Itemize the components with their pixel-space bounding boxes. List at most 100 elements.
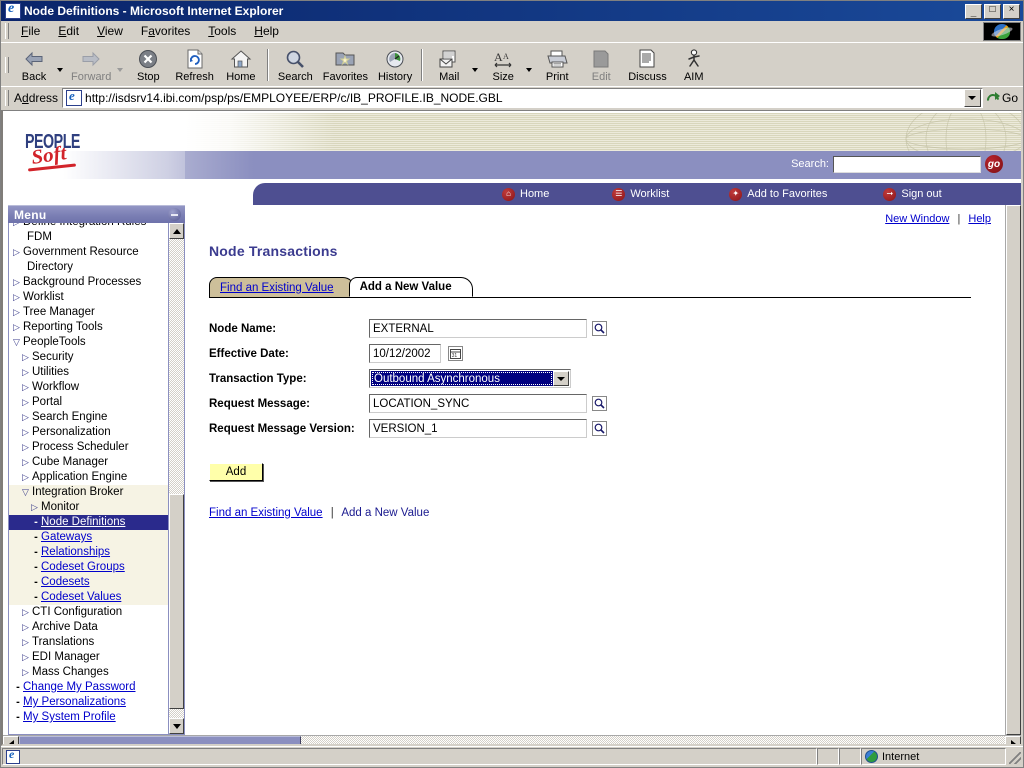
back-button-group[interactable]: Back — [12, 44, 66, 86]
forward-button-group[interactable]: Forward — [66, 44, 126, 86]
sidebar-item-peopletools[interactable]: ▽ PeopleTools — [9, 335, 168, 350]
sidebar-item-codeset-groups[interactable]: - Codeset Groups — [9, 560, 168, 575]
search-button[interactable]: Search — [273, 44, 318, 86]
effective-date-input[interactable] — [369, 344, 441, 363]
help-link[interactable]: Help — [968, 213, 991, 225]
nav-add-to-favorites[interactable]: ✦ Add to Favorites — [729, 187, 827, 201]
tab-find-an-existing-value[interactable]: Find an Existing Value — [209, 277, 355, 297]
size-dropdown-icon[interactable] — [526, 67, 533, 72]
sidebar-item-cti-configuration[interactable]: ▷ CTI Configuration — [9, 605, 168, 620]
request-message-version-lookup-button[interactable] — [592, 421, 607, 436]
address-history-dropdown[interactable] — [963, 88, 981, 107]
portal-search-input[interactable] — [833, 155, 981, 173]
sidebar-item-utilities[interactable]: ▷ Utilities — [9, 365, 168, 380]
new-window-link[interactable]: New Window — [885, 213, 949, 225]
page-vertical-scrollbar[interactable] — [1005, 205, 1021, 735]
nav-home[interactable]: ⌂ Home — [502, 187, 549, 201]
sidebar-item-define-integration-rules[interactable]: ▷ Define Integration Rules — [9, 223, 168, 230]
favorites-button[interactable]: Favorites — [318, 44, 373, 86]
forward-button[interactable]: Forward — [66, 44, 116, 86]
sidebar-item-portal[interactable]: ▷ Portal — [9, 395, 168, 410]
sidebar-item-application-engine[interactable]: ▷ Application Engine — [9, 470, 168, 485]
node-name-lookup-button[interactable] — [592, 321, 607, 336]
sidebar-item-search-engine[interactable]: ▷ Search Engine — [9, 410, 168, 425]
sidebar-item-fdm[interactable]: FDM — [9, 230, 168, 245]
sidebar-item-process-scheduler[interactable]: ▷ Process Scheduler — [9, 440, 168, 455]
hscroll-thumb[interactable] — [19, 736, 301, 744]
sidebar-item-integration-broker[interactable]: ▽ Integration Broker — [9, 485, 168, 500]
request-message-input[interactable] — [369, 394, 587, 413]
sidebar-item-tree-manager[interactable]: ▷ Tree Manager — [9, 305, 168, 320]
menu-tools[interactable]: Tools — [199, 22, 245, 40]
minimize-button[interactable]: _ — [965, 3, 982, 19]
sidebar-item-node-definitions[interactable]: - Node Definitions — [9, 515, 168, 530]
back-dropdown-icon[interactable] — [57, 67, 63, 72]
sidebar-item-mass-changes[interactable]: ▷ Mass Changes — [9, 665, 168, 680]
sidebar-item-government-resource[interactable]: ▷ Government Resource — [9, 245, 168, 260]
menu-edit[interactable]: Edit — [49, 22, 88, 40]
size-button[interactable]: AA Size — [481, 44, 525, 86]
page-scroll-track[interactable] — [1006, 205, 1021, 735]
mail-button-group[interactable]: Mail — [427, 44, 481, 86]
node-name-input[interactable] — [369, 319, 587, 338]
address-input[interactable]: http://isdsrv14.ibi.com/psp/ps/EMPLOYEE/… — [85, 91, 964, 105]
print-button[interactable]: Print — [535, 44, 579, 86]
menu-file[interactable]: File — [12, 22, 49, 40]
sidebar-item-change-my-password[interactable]: - Change My Password — [9, 680, 168, 695]
sidebar-item-reporting-tools[interactable]: ▷ Reporting Tools — [9, 320, 168, 335]
back-button[interactable]: Back — [12, 44, 56, 86]
sidebar-item-workflow[interactable]: ▷ Workflow — [9, 380, 168, 395]
stop-button[interactable]: Stop — [126, 44, 170, 86]
forward-dropdown-icon[interactable] — [117, 67, 124, 72]
sidebar-item-codeset-values[interactable]: - Codeset Values — [9, 590, 168, 605]
request-message-version-input[interactable] — [369, 419, 587, 438]
sidebar-item-relationships[interactable]: - Relationships — [9, 545, 168, 560]
nav-sign-out[interactable]: ➞ Sign out — [883, 187, 942, 201]
maximize-button[interactable]: □ — [984, 3, 1001, 19]
home-button[interactable]: Home — [219, 44, 263, 86]
minimize-circle-icon[interactable] — [168, 208, 181, 221]
sidebar-item-directory[interactable]: Directory — [9, 260, 168, 275]
sidebar-scrollbar[interactable] — [168, 223, 184, 734]
go-button[interactable]: Go — [983, 91, 1023, 105]
page-scroll-thumb[interactable] — [1006, 205, 1021, 735]
history-button[interactable]: History — [373, 44, 417, 86]
resize-grip[interactable] — [1006, 748, 1022, 765]
size-button-group[interactable]: AA Size — [481, 44, 535, 86]
tab-add-a-new-value[interactable]: Add a New Value — [348, 277, 473, 297]
sidebar-item-translations[interactable]: ▷ Translations — [9, 635, 168, 650]
hscroll-left-button[interactable] — [3, 736, 19, 744]
sidebar-item-my-personalizations[interactable]: - My Personalizations — [9, 695, 168, 710]
mail-dropdown-icon[interactable] — [472, 67, 479, 72]
address-input-wrapper[interactable]: http://isdsrv14.ibi.com/psp/ps/EMPLOYEE/… — [62, 87, 983, 108]
sidebar-item-my-system-profile[interactable]: - My System Profile — [9, 710, 168, 725]
menu-help[interactable]: Help — [245, 22, 288, 40]
menu-view[interactable]: View — [88, 22, 132, 40]
addressbar-grip[interactable] — [5, 89, 9, 106]
effective-date-calendar-button[interactable]: 31 — [448, 346, 463, 361]
transaction-type-select[interactable]: Outbound Asynchronous — [369, 369, 571, 388]
sidebar-item-personalization[interactable]: ▷ Personalization — [9, 425, 168, 440]
sidebar-scroll-track[interactable] — [169, 239, 184, 718]
aim-button[interactable]: AIM — [672, 44, 716, 86]
sidebar-item-edi-manager[interactable]: ▷ EDI Manager — [9, 650, 168, 665]
edit-button[interactable]: Edit — [579, 44, 623, 86]
hscroll-track[interactable] — [19, 736, 1005, 744]
sidebar-item-worklist[interactable]: ▷ Worklist — [9, 290, 168, 305]
refresh-button[interactable]: Refresh — [170, 44, 219, 86]
sidebar-item-background-processes[interactable]: ▷ Background Processes — [9, 275, 168, 290]
sidebar-item-security[interactable]: ▷ Security — [9, 350, 168, 365]
menubar-grip[interactable] — [5, 23, 9, 39]
bottom-find-existing-value-link[interactable]: Find an Existing Value — [209, 507, 323, 519]
nav-worklist[interactable]: ☰ Worklist — [612, 187, 669, 201]
sidebar-item-monitor[interactable]: ▷ Monitor — [9, 500, 168, 515]
page-horizontal-scrollbar[interactable] — [3, 735, 1021, 744]
mail-button[interactable]: Mail — [427, 44, 471, 86]
sidebar-item-archive-data[interactable]: ▷ Archive Data — [9, 620, 168, 635]
toolbar-grip[interactable] — [5, 56, 9, 73]
close-button[interactable]: × — [1003, 3, 1020, 19]
portal-search-go-button[interactable]: go — [985, 155, 1003, 173]
sidebar-scroll-thumb[interactable] — [169, 494, 184, 709]
menu-favorites[interactable]: Favorites — [132, 22, 199, 40]
sidebar-item-gateways[interactable]: - Gateways — [9, 530, 168, 545]
